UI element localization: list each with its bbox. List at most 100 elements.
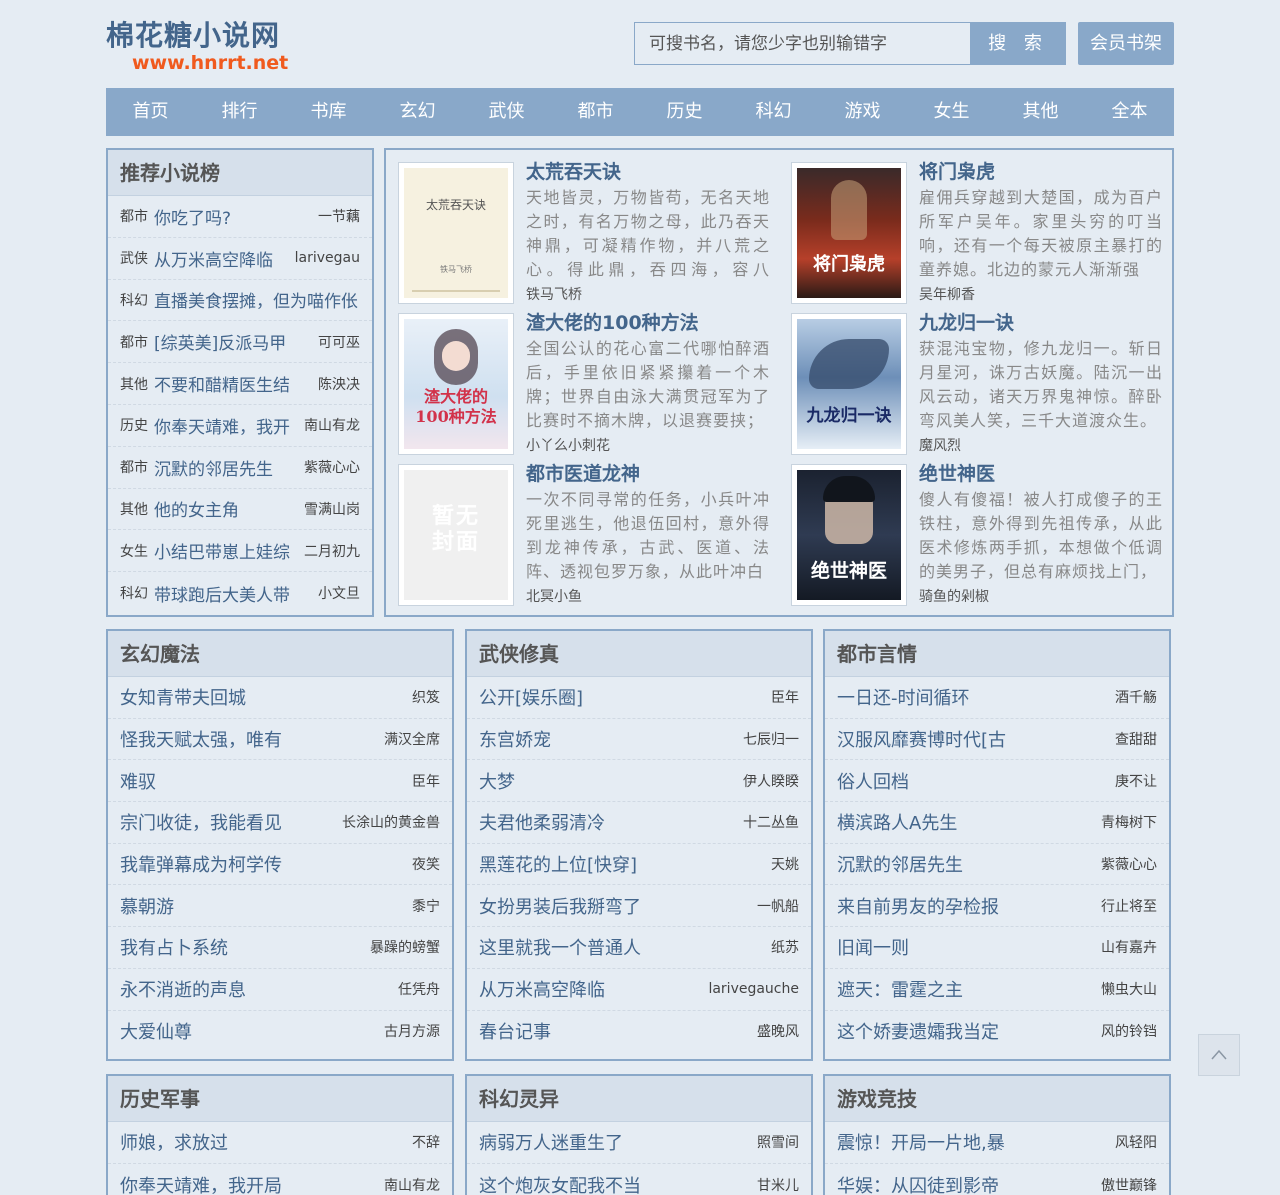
book-cover[interactable]: 将门枭虎	[791, 162, 907, 304]
list-item[interactable]: 我靠弹幕成为柯学传 夜笑	[108, 844, 452, 886]
list-item-title[interactable]: 俗人回档	[837, 768, 909, 794]
search-input[interactable]	[634, 22, 970, 65]
list-item[interactable]: 从万米高空降临 larivegauche	[467, 969, 811, 1011]
list-item-title[interactable]: 一日还-时间循环	[837, 684, 970, 710]
list-item[interactable]: 宗门收徒，我能看见 长涂山的黄金兽	[108, 802, 452, 844]
list-item-title[interactable]: 这个炮灰女配我不当	[479, 1172, 641, 1195]
list-item[interactable]: 科幻 带球跑后大美人带 小文旦	[108, 572, 372, 614]
list-item[interactable]: 都市 你吃了吗? 一节藕	[108, 196, 372, 238]
list-item[interactable]: 公开[娱乐圈] 臣年	[467, 677, 811, 719]
book-title[interactable]: 九龙归一诀	[919, 309, 1163, 337]
list-item[interactable]: 你奉天靖难，我开局 南山有龙	[108, 1164, 452, 1195]
list-item-title[interactable]: 慕朝游	[120, 893, 174, 919]
list-item[interactable]: 历史 你奉天靖难，我开 南山有龙	[108, 405, 372, 447]
list-item-title[interactable]: 来自前男友的孕检报	[837, 893, 999, 919]
site-logo-title[interactable]: 棉花糖小说网	[106, 14, 280, 54]
list-item-title[interactable]: 我有占卜系统	[120, 934, 228, 960]
book-title[interactable]: 都市医道龙神	[526, 460, 770, 488]
list-item[interactable]: 永不消逝的声息 任凭舟	[108, 969, 452, 1011]
list-item[interactable]: 女生 小结巴带崽上娃综 二月初九	[108, 530, 372, 573]
book-cover[interactable]: 太荒吞天诀 铁马飞桥	[398, 162, 514, 304]
list-item-title[interactable]: 难驭	[120, 768, 156, 794]
list-item-title[interactable]: 宗门收徒，我能看见	[120, 809, 282, 835]
list-item[interactable]: 这个娇妻遗孀我当定 风的铃铛	[825, 1011, 1169, 1053]
list-item[interactable]: 难驭 臣年	[108, 760, 452, 803]
list-item[interactable]: 华娱：从囚徒到影帝 傲世巅锋	[825, 1164, 1169, 1195]
nav-other[interactable]: 其他	[996, 88, 1085, 136]
book-cover[interactable]: 绝世神医	[791, 464, 907, 606]
list-item[interactable]: 春台记事 盛晚风	[467, 1011, 811, 1053]
list-item[interactable]: 病弱万人迷重生了 照雪间	[467, 1122, 811, 1164]
list-item-title[interactable]: 夫君他柔弱清冷	[479, 809, 605, 835]
list-item[interactable]: 俗人回档 庚不让	[825, 760, 1169, 803]
list-item-title[interactable]: 这个娇妻遗孀我当定	[837, 1018, 999, 1044]
list-item-title[interactable]: 直播美食摆摊，但为喵作伥	[154, 287, 360, 312]
list-item-title[interactable]: 你奉天靖难，我开局	[120, 1172, 282, 1195]
list-item[interactable]: 怪我天赋太强，唯有 满汉全席	[108, 719, 452, 761]
list-item[interactable]: 旧闻一则 山有嘉卉	[825, 927, 1169, 969]
list-item[interactable]: 黑莲花的上位[快穿] 天姚	[467, 844, 811, 886]
list-item[interactable]: 沉默的邻居先生 紫薇心心	[825, 844, 1169, 886]
list-item-title[interactable]: 华娱：从囚徒到影帝	[837, 1172, 999, 1195]
list-item[interactable]: 其他 不要和醋精医生结 陈泱决	[108, 363, 372, 405]
list-item[interactable]: 都市 沉默的邻居先生 紫薇心心	[108, 447, 372, 489]
list-item-title[interactable]: 震惊！开局一片地,暴	[837, 1129, 1005, 1155]
list-item[interactable]: 遮天：雷霆之主 懒虫大山	[825, 969, 1169, 1011]
list-item[interactable]: 女知青带夫回城 织笈	[108, 677, 452, 719]
nav-completed[interactable]: 全本	[1085, 88, 1174, 136]
list-item-title[interactable]: 从万米高空降临	[479, 976, 605, 1002]
nav-female[interactable]: 女生	[907, 88, 996, 136]
list-item-title[interactable]: 东宫娇宠	[479, 726, 551, 752]
book-title[interactable]: 将门枭虎	[919, 158, 1163, 186]
book-title[interactable]: 太荒吞天诀	[526, 158, 770, 186]
book-cover[interactable]: 九龙归一诀	[791, 313, 907, 455]
list-item-title[interactable]: 师娘，求放过	[120, 1129, 228, 1155]
nav-fantasy[interactable]: 玄幻	[373, 88, 462, 136]
nav-home[interactable]: 首页	[106, 88, 195, 136]
nav-wuxia[interactable]: 武侠	[462, 88, 551, 136]
list-item-title[interactable]: 沉默的邻居先生	[837, 851, 963, 877]
list-item-title[interactable]: 春台记事	[479, 1018, 551, 1044]
list-item[interactable]: 师娘，求放过 不辞	[108, 1122, 452, 1164]
list-item[interactable]: 其他 他的女主角 雪满山岗	[108, 489, 372, 531]
nav-games[interactable]: 游戏	[818, 88, 907, 136]
member-bookshelf-button[interactable]: 会员书架	[1078, 22, 1174, 65]
site-logo-url[interactable]: www.hnrrt.net	[132, 52, 288, 74]
list-item-title[interactable]: 公开[娱乐圈]	[479, 684, 583, 710]
list-item-title[interactable]: 我靠弹幕成为柯学传	[120, 851, 282, 877]
list-item[interactable]: 这个炮灰女配我不当 甘米儿	[467, 1164, 811, 1195]
list-item-title[interactable]: 永不消逝的声息	[120, 976, 246, 1002]
book-title[interactable]: 渣大佬的100种方法	[526, 309, 770, 337]
back-to-top-button[interactable]	[1198, 1034, 1240, 1076]
list-item-title[interactable]: 病弱万人迷重生了	[479, 1129, 623, 1155]
nav-library[interactable]: 书库	[284, 88, 373, 136]
list-item[interactable]: 夫君他柔弱清冷 十二丛鱼	[467, 802, 811, 844]
list-item-title[interactable]: 汉服风靡赛博时代[古	[837, 726, 1006, 752]
list-item-title[interactable]: 旧闻一则	[837, 934, 909, 960]
list-item[interactable]: 大梦 伊人睽睽	[467, 760, 811, 803]
list-item[interactable]: 一日还-时间循环 酒千觞	[825, 677, 1169, 719]
list-item-title[interactable]: 黑莲花的上位[快穿]	[479, 851, 637, 877]
list-item[interactable]: 大爱仙尊 古月方源	[108, 1011, 452, 1053]
list-item[interactable]: 女扮男装后我掰弯了 一帆船	[467, 885, 811, 928]
nav-scifi[interactable]: 科幻	[729, 88, 818, 136]
list-item[interactable]: 横滨路人A先生 青梅树下	[825, 802, 1169, 844]
book-title[interactable]: 绝世神医	[919, 460, 1163, 488]
nav-urban[interactable]: 都市	[551, 88, 640, 136]
list-item[interactable]: 我有占卜系统 暴躁的螃蟹	[108, 927, 452, 969]
list-item-title[interactable]: 女扮男装后我掰弯了	[479, 893, 641, 919]
list-item[interactable]: 科幻 直播美食摆摊，但为喵作伥	[108, 280, 372, 322]
list-item[interactable]: 都市 [综英美]反派马甲 可可巫	[108, 321, 372, 364]
list-item[interactable]: 慕朝游 黍宁	[108, 885, 452, 928]
book-cover[interactable]: 暂无封面	[398, 464, 514, 606]
list-item[interactable]: 汉服风靡赛博时代[古 查甜甜	[825, 719, 1169, 761]
list-item[interactable]: 东宫娇宠 七辰归一	[467, 719, 811, 761]
nav-history[interactable]: 历史	[640, 88, 729, 136]
list-item[interactable]: 武侠 从万米高空降临 larivegau	[108, 238, 372, 280]
book-cover[interactable]: 渣大佬的100种方法	[398, 313, 514, 455]
list-item[interactable]: 来自前男友的孕检报 行止将至	[825, 885, 1169, 928]
list-item-title[interactable]: 大梦	[479, 768, 515, 794]
nav-ranking[interactable]: 排行	[195, 88, 284, 136]
list-item[interactable]: 震惊！开局一片地,暴 风轻阳	[825, 1122, 1169, 1164]
list-item-title[interactable]: 女知青带夫回城	[120, 684, 246, 710]
